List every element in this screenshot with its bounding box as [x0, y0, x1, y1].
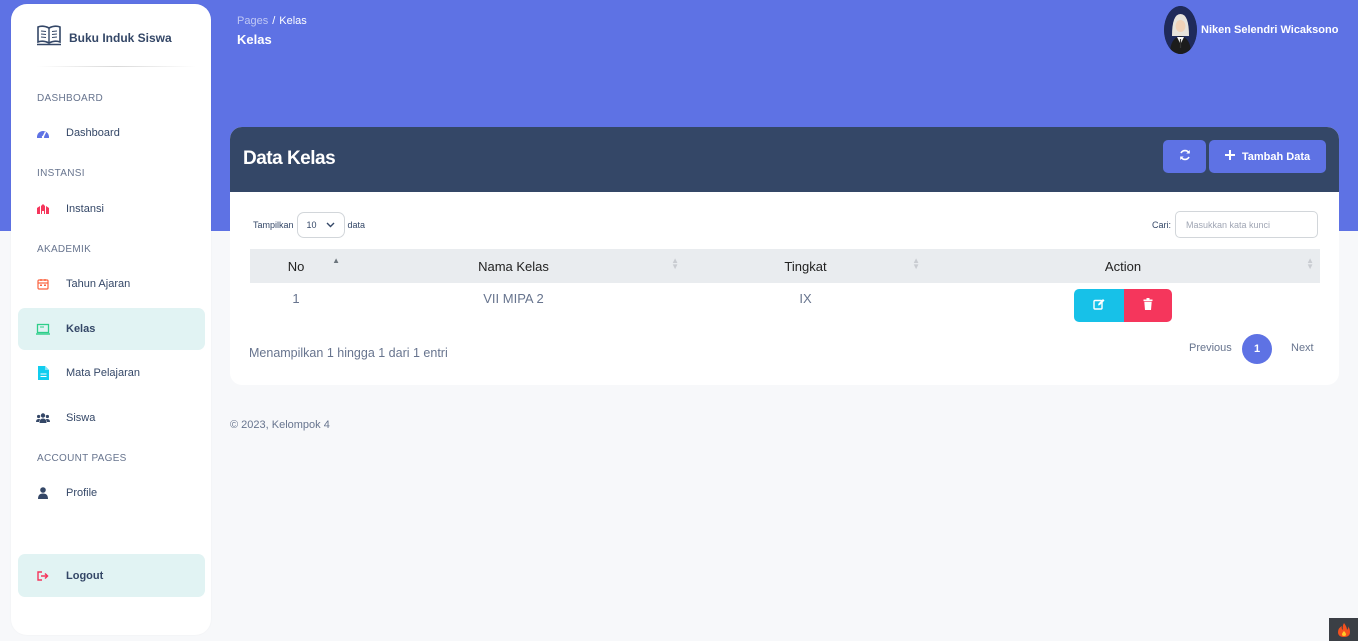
length-prefix: Tampilkan: [253, 220, 294, 230]
pagination-next[interactable]: Next: [1291, 342, 1314, 354]
action-buttons: [1074, 289, 1172, 322]
avatar: [1164, 6, 1197, 54]
data-kelas-card: Data Kelas Tambah Data Tampilkan 10 data…: [230, 127, 1339, 385]
section-title-dashboard: DASHBOARD: [37, 93, 104, 104]
chevron-down-icon: [326, 220, 335, 230]
document-icon: [36, 366, 50, 380]
cell-nama-kelas: VII MIPA 2: [483, 291, 544, 306]
page-title: Kelas: [237, 32, 272, 47]
pagination-previous[interactable]: Previous: [1189, 342, 1232, 354]
user-menu[interactable]: Niken Selendri Wicaksono: [1164, 6, 1338, 54]
sidebar-item-label: Profile: [66, 487, 98, 499]
dashboard-icon: [36, 126, 50, 140]
sidebar: Buku Induk Siswa DASHBOARD Dashboard INS…: [11, 4, 211, 635]
calendar-icon: [36, 277, 50, 291]
footer-copyright: © 2023, Kelompok 4: [230, 419, 330, 431]
sidebar-item-mata-pelajaran[interactable]: Mata Pelajaran: [18, 352, 205, 394]
sidebar-item-label: Logout: [66, 569, 104, 582]
sidebar-item-instansi[interactable]: Instansi: [18, 188, 205, 230]
brand[interactable]: Buku Induk Siswa: [36, 24, 172, 51]
sidebar-item-label: Siswa: [66, 412, 96, 424]
page-length-value: 10: [306, 220, 317, 230]
divider: [36, 66, 196, 67]
flame-icon[interactable]: [1329, 618, 1358, 641]
delete-button[interactable]: [1124, 289, 1172, 322]
sidebar-item-tahun-ajaran[interactable]: Tahun Ajaran: [18, 263, 205, 305]
sidebar-item-label: Instansi: [66, 203, 104, 215]
plus-icon: [1224, 150, 1235, 163]
table-search: Cari:: [1152, 211, 1319, 238]
sort-icon: ▲ ▼: [671, 256, 679, 271]
trash-icon: [1143, 298, 1153, 313]
sidebar-item-siswa[interactable]: Siswa: [18, 397, 205, 439]
user-icon: [36, 486, 50, 500]
search-input[interactable]: [1175, 211, 1319, 238]
sidebar-item-label: Dashboard: [66, 127, 120, 139]
logout-icon: [36, 569, 50, 583]
sort-icon: ▲ ▼: [912, 256, 920, 271]
cell-action: [926, 283, 1320, 327]
breadcrumb-separator: /: [272, 15, 276, 27]
card-title: Data Kelas: [243, 148, 336, 169]
breadcrumb: Pages / Kelas: [237, 15, 307, 27]
table-row: 1 VII MIPA 2 IX: [250, 283, 1320, 327]
table-info: Menampilkan 1 hingga 1 dari 1 entri: [249, 346, 448, 360]
table-header-row: No ▲ Nama Kelas ▲ ▼ Tingkat ▲ ▼ Action ▲ ▼: [250, 249, 1320, 283]
search-label: Cari:: [1152, 219, 1172, 230]
sidebar-item-logout[interactable]: Logout: [18, 554, 205, 597]
sort-icon: ▲ ▼: [1306, 256, 1314, 271]
book-icon: [36, 24, 62, 51]
sidebar-item-dashboard[interactable]: Dashboard: [18, 112, 205, 154]
cell-tingkat: IX: [799, 291, 812, 306]
breadcrumb-current: Kelas: [279, 15, 307, 27]
classroom-icon: [36, 322, 50, 336]
add-data-label: Tambah Data: [1241, 150, 1311, 163]
column-header-no[interactable]: No ▲: [250, 249, 342, 283]
users-icon: [36, 411, 50, 425]
brand-name: Buku Induk Siswa: [69, 30, 172, 45]
kelas-table: No ▲ Nama Kelas ▲ ▼ Tingkat ▲ ▼ Action ▲ ▼: [250, 249, 1320, 327]
breadcrumb-root[interactable]: Pages: [237, 15, 268, 27]
pagination-page-1[interactable]: 1: [1242, 334, 1272, 364]
refresh-button[interactable]: [1163, 140, 1206, 173]
page-length-control: Tampilkan 10 data: [253, 212, 365, 238]
section-title-instansi: INSTANSI: [37, 168, 85, 179]
edit-button[interactable]: [1074, 289, 1124, 322]
sidebar-item-label: Mata Pelajaran: [66, 367, 140, 379]
sidebar-item-label: Kelas: [66, 323, 96, 335]
card-header: Data Kelas Tambah Data: [230, 127, 1339, 192]
institution-icon: [36, 202, 50, 216]
add-data-button[interactable]: Tambah Data: [1209, 140, 1326, 173]
length-suffix: data: [347, 220, 366, 230]
sidebar-item-kelas[interactable]: Kelas: [18, 308, 205, 350]
sidebar-item-profile[interactable]: Profile: [18, 472, 205, 514]
column-header-nama-kelas[interactable]: Nama Kelas ▲ ▼: [342, 249, 685, 283]
edit-icon: [1093, 298, 1105, 313]
section-title-akademik: AKADEMIK: [37, 244, 92, 255]
section-title-account-pages: ACCOUNT PAGES: [37, 453, 127, 464]
sidebar-item-label: Tahun Ajaran: [66, 278, 131, 290]
column-header-action[interactable]: Action ▲ ▼: [926, 249, 1320, 283]
pagination: Previous 1 Next: [1189, 334, 1329, 364]
refresh-icon: [1179, 148, 1191, 166]
column-header-tingkat[interactable]: Tingkat ▲ ▼: [685, 249, 926, 283]
user-name: Niken Selendri Wicaksono: [1201, 24, 1339, 36]
cell-no: 1: [292, 291, 300, 306]
sort-asc-icon: ▲: [332, 256, 340, 265]
page-length-select[interactable]: 10: [296, 212, 345, 238]
